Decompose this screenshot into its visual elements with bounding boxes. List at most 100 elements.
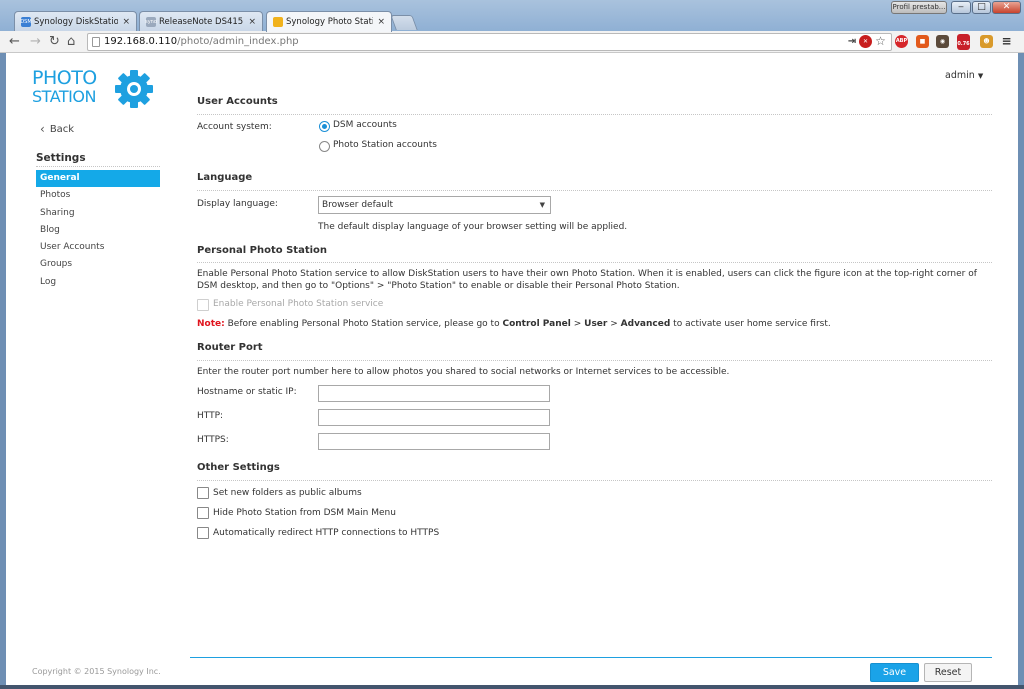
- note-text-pre: Before enabling Personal Photo Station s…: [227, 319, 500, 329]
- footer-divider: [190, 657, 992, 658]
- taskbar-edge: [0, 685, 1024, 689]
- browser-tab-diskstation[interactable]: DSM Synology DiskStation - Sy ×: [14, 11, 137, 31]
- section-heading-personal: Personal Photo Station: [197, 245, 328, 256]
- sidebar-item-photos[interactable]: Photos: [36, 187, 160, 204]
- logo-line1: PHOTO: [32, 67, 97, 89]
- divider: [36, 166, 160, 167]
- sidebar-nav: General Photos Sharing Blog User Account…: [36, 170, 160, 291]
- back-link[interactable]: ‹ Back: [40, 122, 74, 136]
- address-bar[interactable]: 192.168.0.110/photo/admin_index.php: [87, 33, 892, 51]
- divider: [197, 190, 992, 191]
- http-port-input[interactable]: [318, 409, 550, 426]
- page-icon: [92, 37, 100, 47]
- extension-icon[interactable]: ■: [916, 35, 929, 48]
- dsm-favicon-icon: DSM: [20, 16, 32, 27]
- copyright: Copyright © 2015 Synology Inc.: [32, 667, 161, 676]
- redirect-https-label[interactable]: Automatically redirect HTTP connections …: [213, 528, 439, 540]
- http-label: HTTP:: [197, 411, 224, 421]
- new-tab-button[interactable]: [390, 15, 418, 30]
- camera-icon[interactable]: ◉: [936, 35, 949, 48]
- radio-label-photo-station[interactable]: Photo Station accounts: [333, 140, 437, 152]
- photo-station-logo[interactable]: PHOTO STATION: [32, 67, 162, 109]
- browser-tab-photostation[interactable]: Synology Photo Station 6 ×: [266, 11, 392, 32]
- tab-title: Synology Photo Station 6: [286, 17, 373, 27]
- note-text-post: to activate user home service first.: [673, 319, 831, 329]
- browser-toolbar: ← → ↻ ⌂ 192.168.0.110/photo/admin_index.…: [0, 31, 1024, 53]
- tab-close-icon[interactable]: ×: [248, 17, 256, 27]
- radio-label-dsm[interactable]: DSM accounts: [333, 120, 397, 132]
- url-host: 192.168.0.110: [104, 36, 178, 47]
- note-separator: >: [610, 319, 618, 329]
- personal-description: Enable Personal Photo Station service to…: [197, 269, 977, 291]
- language-select[interactable]: Browser default ▼: [318, 196, 551, 214]
- maximize-button[interactable]: □: [972, 1, 991, 14]
- public-albums-checkbox[interactable]: [197, 487, 209, 499]
- radio-photo-station-accounts[interactable]: [319, 141, 330, 152]
- tab-title: Synology DiskStation - Sy: [34, 16, 119, 27]
- hide-from-dsm-checkbox[interactable]: [197, 507, 209, 519]
- note-control-panel: Control Panel: [502, 319, 571, 329]
- sidebar-item-blog[interactable]: Blog: [36, 222, 160, 239]
- redirect-https-checkbox[interactable]: [197, 527, 209, 539]
- gear-icon: [115, 70, 153, 108]
- divider: [197, 114, 992, 115]
- hostname-label: Hostname or static IP:: [197, 387, 297, 397]
- bookmark-star-icon[interactable]: ☆: [874, 35, 887, 48]
- enable-personal-checkbox[interactable]: [197, 299, 209, 311]
- back-arrow-icon[interactable]: ←: [9, 34, 20, 49]
- home-icon[interactable]: ⌂: [67, 34, 75, 49]
- https-label: HTTPS:: [197, 435, 229, 445]
- browser-tab-releasenote[interactable]: syno ReleaseNote DS415play - ×: [139, 11, 263, 31]
- sidebar-item-user-accounts[interactable]: User Accounts: [36, 239, 160, 256]
- page-content: PHOTO STATION admin ▼ ‹ Back Settings Ge…: [6, 53, 1018, 685]
- pin-icon[interactable]: ⇥: [846, 35, 858, 48]
- minimize-button[interactable]: ‒: [951, 1, 971, 14]
- sidebar-item-groups[interactable]: Groups: [36, 256, 160, 273]
- section-heading-user-accounts: User Accounts: [197, 96, 278, 107]
- hide-from-dsm-label[interactable]: Hide Photo Station from DSM Main Menu: [213, 508, 396, 520]
- public-albums-label[interactable]: Set new folders as public albums: [213, 488, 362, 500]
- account-system-label: Account system:: [197, 122, 272, 132]
- menu-icon[interactable]: ≡: [1000, 35, 1013, 48]
- divider: [197, 360, 992, 361]
- enable-personal-label: Enable Personal Photo Station service: [213, 299, 384, 309]
- chevron-down-icon: ▼: [977, 72, 984, 80]
- display-language-label: Display language:: [197, 199, 278, 209]
- section-heading-other: Other Settings: [197, 462, 280, 473]
- reset-button[interactable]: Reset: [924, 663, 972, 682]
- divider: [197, 480, 992, 481]
- tab-close-icon[interactable]: ×: [122, 17, 130, 27]
- chevron-left-icon: ‹: [40, 122, 45, 136]
- hostname-input[interactable]: [318, 385, 550, 402]
- block-icon[interactable]: ✕: [859, 35, 872, 48]
- note-user: User: [584, 319, 608, 329]
- logo-line2: STATION: [32, 87, 96, 106]
- close-window-button[interactable]: ✕: [992, 1, 1021, 14]
- reload-icon[interactable]: ↻: [49, 34, 60, 49]
- back-label: Back: [49, 123, 75, 135]
- section-heading-router-port: Router Port: [197, 342, 263, 353]
- photostation-favicon-icon: [273, 17, 283, 27]
- url-path: /photo/admin_index.php: [177, 36, 299, 47]
- bear-extension-icon[interactable]: ☻: [980, 35, 993, 48]
- personal-note: Note: Before enabling Personal Photo Sta…: [197, 319, 831, 331]
- section-heading-language: Language: [197, 172, 253, 183]
- language-select-value: Browser default: [322, 200, 393, 210]
- profile-button[interactable]: Profil prestab...: [891, 1, 947, 14]
- sidebar-item-general[interactable]: General: [36, 170, 160, 188]
- save-button[interactable]: Save: [870, 663, 919, 682]
- radio-dsm-accounts[interactable]: [319, 121, 330, 132]
- https-port-input[interactable]: [318, 433, 550, 450]
- user-menu[interactable]: admin ▼: [945, 70, 983, 81]
- note-separator: >: [573, 319, 582, 329]
- synology-favicon-icon: syno: [145, 16, 157, 27]
- forward-arrow-icon[interactable]: →: [30, 34, 41, 49]
- adblock-icon[interactable]: ABP: [895, 35, 908, 48]
- note-label: Note:: [197, 319, 225, 329]
- dropdown-arrow-icon: ▼: [539, 201, 545, 209]
- sidebar-item-log[interactable]: Log: [36, 274, 160, 291]
- language-hint: The default display language of your bro…: [318, 222, 628, 232]
- badge-extension-icon[interactable]: 0.76: [957, 34, 970, 50]
- tab-close-icon[interactable]: ×: [377, 17, 385, 27]
- sidebar-item-sharing[interactable]: Sharing: [36, 205, 160, 222]
